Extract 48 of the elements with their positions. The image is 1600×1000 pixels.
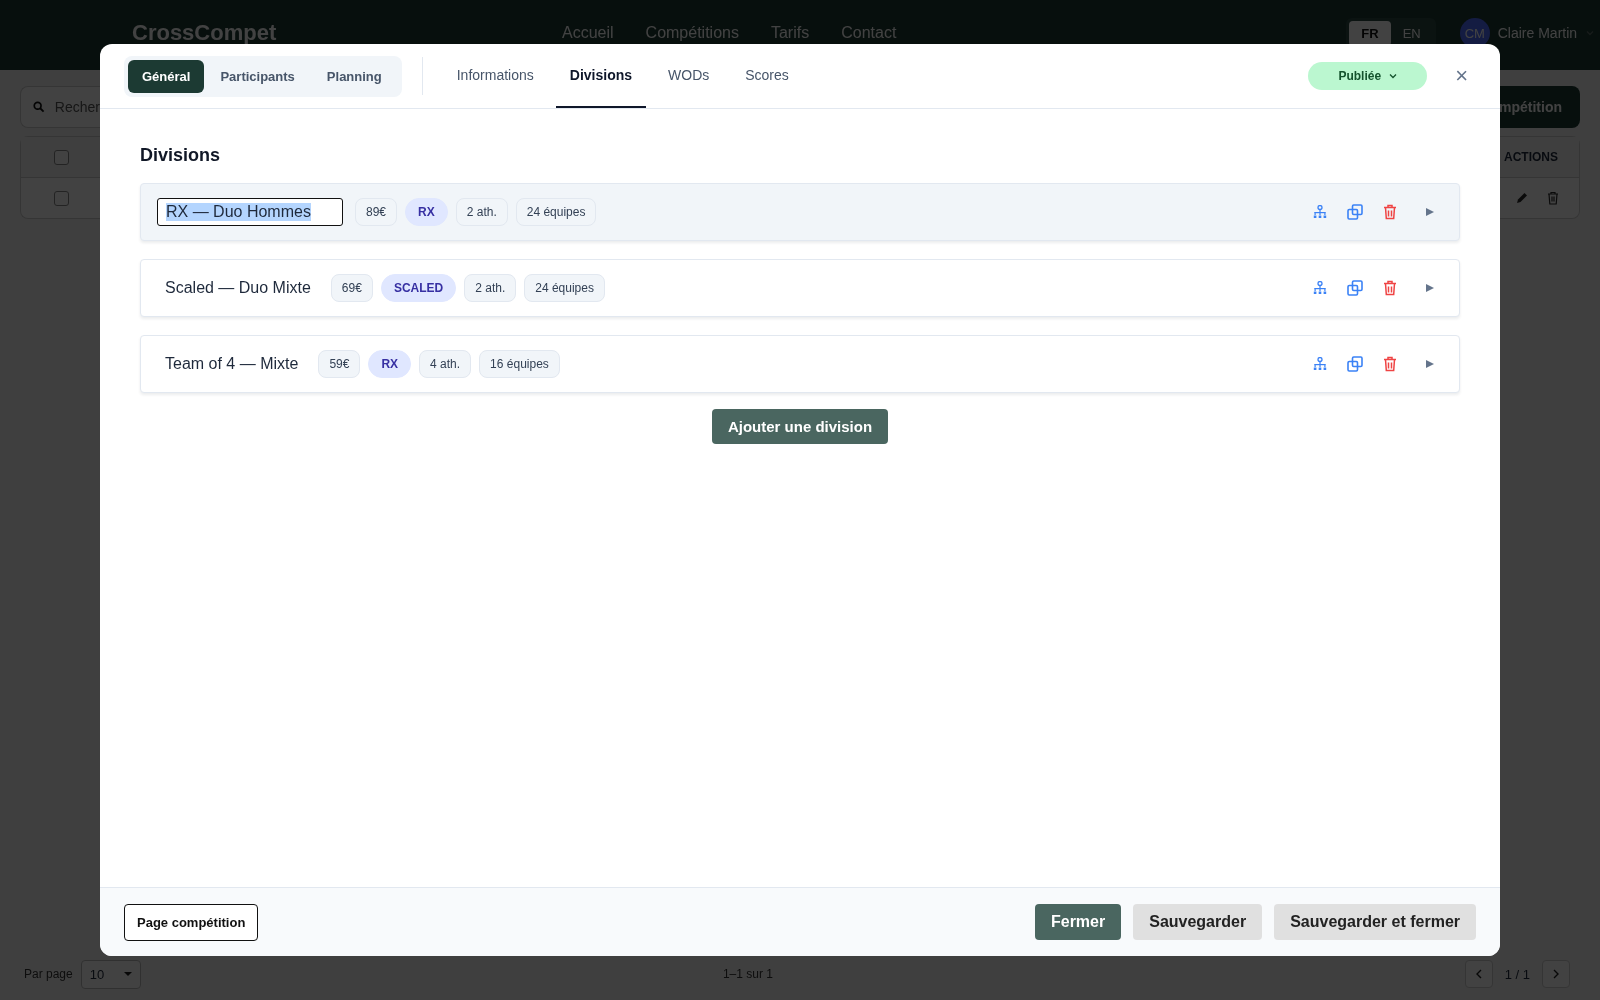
close-button[interactable]: ×	[1451, 65, 1472, 87]
hierarchy-icon[interactable]	[1313, 281, 1327, 295]
section-tab[interactable]: Participants	[204, 59, 311, 93]
hierarchy-icon[interactable]	[1313, 357, 1327, 371]
tab[interactable]: Informations	[442, 44, 548, 108]
price-tag: 89€	[355, 198, 398, 226]
division-card[interactable]: RX — Duo Hommes 89€ RX 2 ath. 24 équipes	[140, 183, 1460, 241]
level-tag: RX	[368, 350, 412, 378]
section-heading: Divisions	[140, 145, 222, 166]
name-field[interactable]: RX — Duo Hommes	[157, 198, 343, 226]
play-icon[interactable]	[1425, 359, 1435, 369]
division-card[interactable]: Scaled — Duo Mixte 69€ SCALED 2 ath. 24 équipes	[140, 259, 1460, 317]
column-header: ACTIONS	[1503, 150, 1558, 164]
copy-icon[interactable]	[1347, 204, 1363, 220]
play-icon[interactable]	[1425, 207, 1435, 217]
copy-icon[interactable]	[1347, 280, 1363, 296]
section-tab[interactable]: Planning	[310, 59, 398, 93]
athletes-tag: 2 ath.	[464, 274, 517, 302]
division-name: Team of 4 — Mixte	[165, 355, 299, 373]
teams-tag: 24 équipes	[515, 198, 597, 226]
level-tag: SCALED	[380, 274, 457, 302]
hierarchy-icon[interactable]	[1313, 205, 1327, 219]
status-dropdown[interactable]: Publiée	[1308, 62, 1428, 90]
caret-icon	[1389, 73, 1398, 79]
tab[interactable]: Divisions	[555, 44, 647, 108]
footer-button[interactable]: Sauvegarder	[1133, 904, 1263, 940]
trash-icon[interactable]	[1383, 280, 1397, 296]
tab[interactable]: Scores	[731, 44, 803, 108]
trash-icon[interactable]	[1383, 356, 1397, 372]
section-tab[interactable]: Général	[128, 59, 205, 93]
price-tag: 69€	[330, 274, 373, 302]
athletes-tag: 4 ath.	[419, 350, 472, 378]
teams-tag: 24 équipes	[524, 274, 605, 302]
price-tag: 59€	[318, 350, 361, 378]
division-card[interactable]: Team of 4 — Mixte 59€ RX 4 ath. 16 équipes	[140, 335, 1460, 393]
play-icon[interactable]	[1425, 283, 1435, 293]
competition-page-button[interactable]: Page compétition	[124, 903, 259, 941]
footer-button[interactable]: Fermer	[1034, 904, 1122, 940]
level-tag: RX	[405, 198, 448, 226]
add-division-button[interactable]: Ajouter une division	[711, 409, 889, 444]
footer-button[interactable]: Sauvegarder et fermer	[1274, 904, 1476, 940]
athletes-tag: 2 ath.	[455, 198, 508, 226]
division-name: Scaled — Duo Mixte	[165, 279, 311, 297]
trash-icon[interactable]	[1383, 204, 1397, 220]
teams-tag: 16 équipes	[479, 350, 560, 378]
copy-icon[interactable]	[1347, 356, 1363, 372]
tab[interactable]: WODs	[654, 44, 724, 108]
page-indicator: 1 / 1	[1504, 966, 1530, 982]
